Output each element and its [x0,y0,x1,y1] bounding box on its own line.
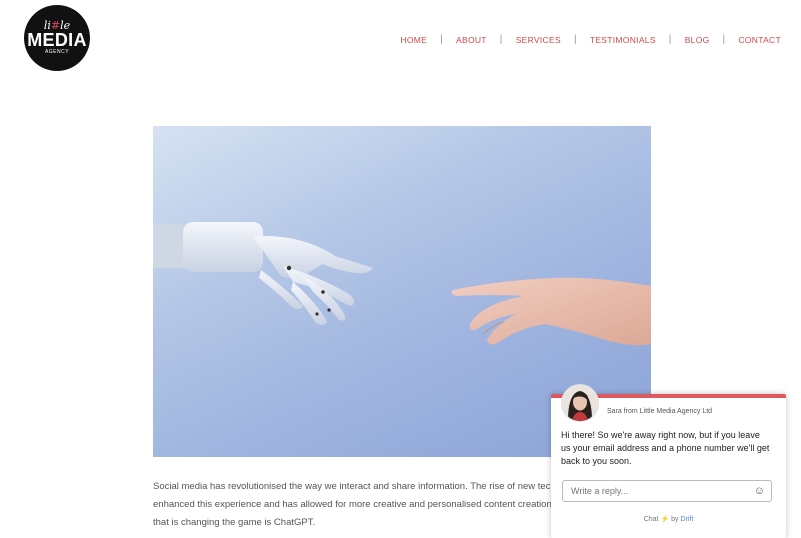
drift-brand-link[interactable]: Drift [680,516,693,523]
nav-separator: | [440,34,444,45]
logo-line-2: MEDIA [27,30,87,50]
avatar-portrait-icon [562,385,598,421]
nav-blog[interactable]: BLOG [685,35,710,45]
emoji-icon[interactable]: ☺ [754,485,765,497]
nav-separator: | [722,34,726,45]
chat-widget: Sara from Little Media Agency Ltd Hi the… [551,384,786,538]
nav-contact[interactable]: CONTACT [738,35,781,45]
footer-by-label: by [671,516,679,523]
nav-about[interactable]: ABOUT [456,35,487,45]
nav-home[interactable]: HOME [400,35,427,45]
agent-avatar [561,384,599,422]
chat-message: Hi there! So we're away right now, but i… [561,430,770,466]
logo-line-3: AGENCY [44,49,70,55]
nav-services[interactable]: SERVICES [516,35,561,45]
chat-reply-box: ☺ [562,480,772,502]
site-logo[interactable]: li#le MEDIA AGENCY [24,5,90,71]
chat-sender: Sara from Little Media Agency Ltd [607,408,713,415]
chat-reply-input[interactable] [569,485,754,497]
nav-separator: | [573,34,577,45]
nav-separator: | [668,34,672,45]
nav-separator: | [499,34,503,45]
robot-hand [153,222,373,325]
lightning-icon: ⚡ [660,516,670,523]
chat-footer: Chat ⚡ by Drift [551,515,786,523]
main-nav: HOME | ABOUT | SERVICES | TESTIMONIALS |… [400,34,781,45]
footer-chat-label: Chat [643,516,659,523]
nav-testimonials[interactable]: TESTIMONIALS [590,35,656,45]
human-hand [451,277,651,346]
